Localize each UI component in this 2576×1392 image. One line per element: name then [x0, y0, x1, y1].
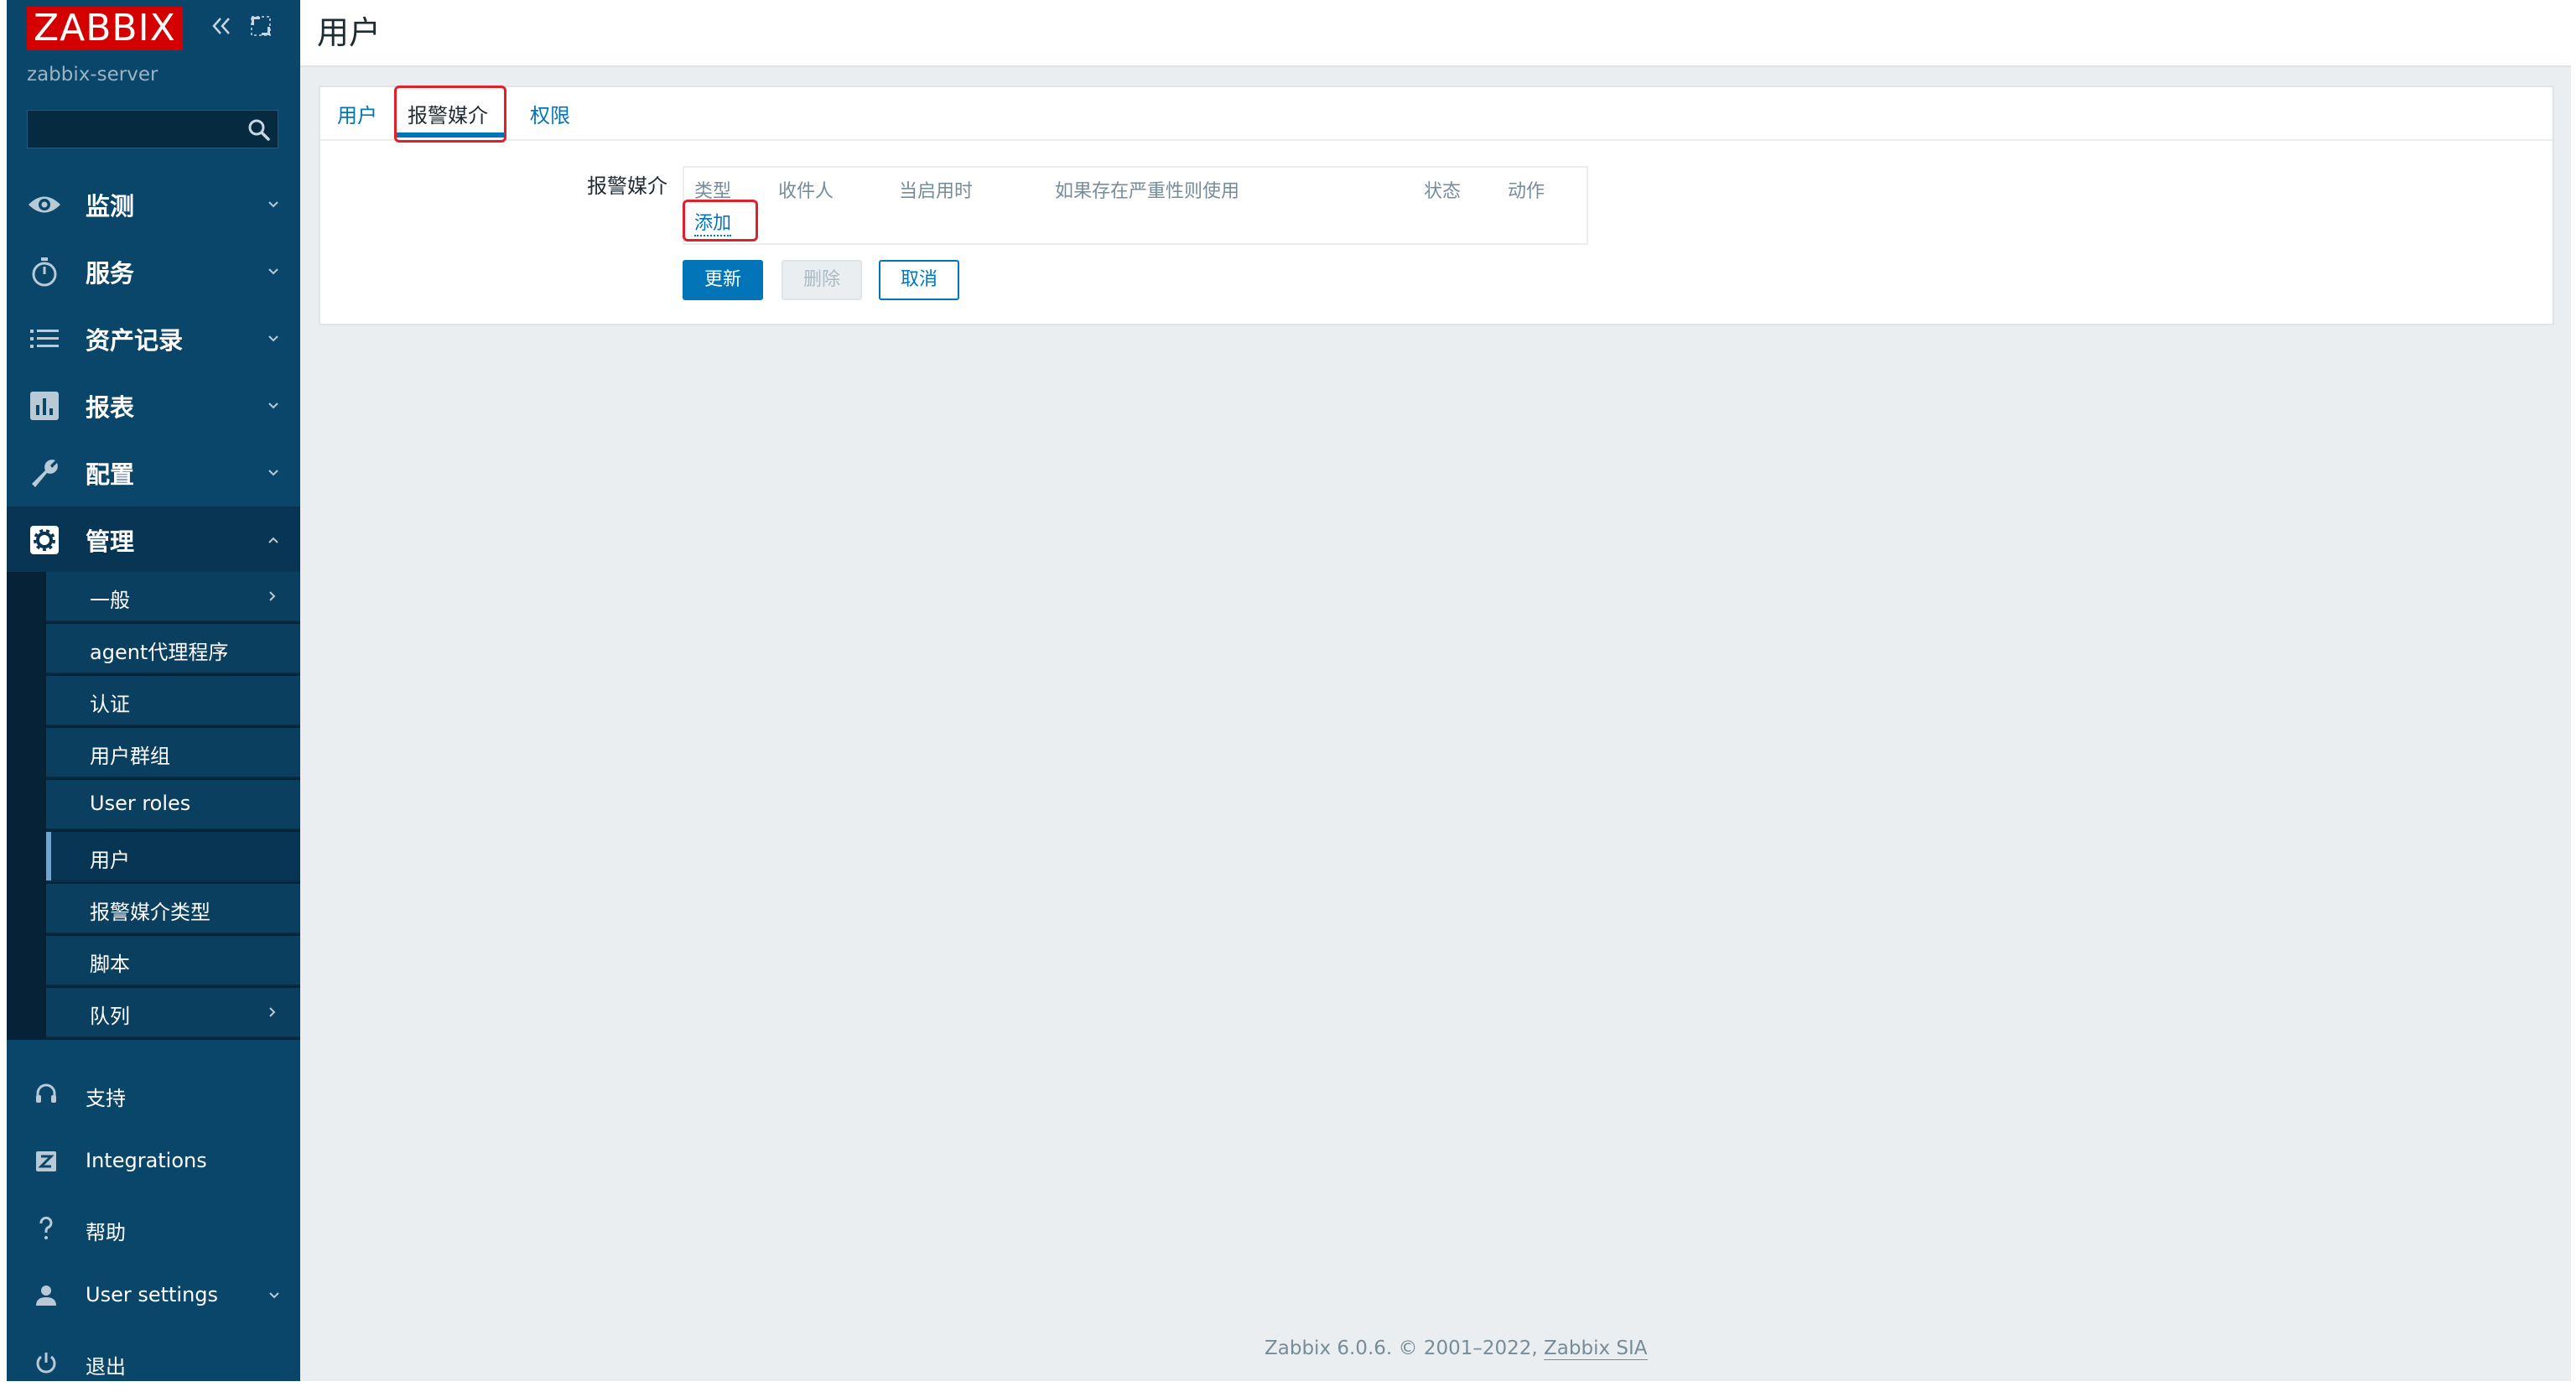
submenu-label: 脚本: [90, 953, 130, 976]
submenu-label: 报警媒介类型: [90, 901, 210, 924]
menu-label: 服务: [86, 259, 135, 288]
menu-reports[interactable]: 报表: [7, 372, 300, 439]
app-window: ZABBIX zabbix-server 监测 服务 资产记录 报表 配置 管理…: [7, 0, 2571, 1381]
submenu-user-roles[interactable]: User roles: [46, 780, 300, 830]
footer-text: Zabbix 6.0.6. © 2001–2022,: [1265, 1337, 1545, 1359]
table-header: 当启用时: [899, 181, 974, 202]
menu-label: 资产记录: [86, 326, 184, 355]
menu-label: 帮助: [86, 1221, 126, 1244]
table-header: 动作: [1508, 181, 1545, 202]
highlight-box: [394, 86, 506, 143]
menu-label: 配置: [86, 460, 135, 489]
submenu-label: agent代理程序: [90, 641, 229, 664]
submenu-label: 队列: [90, 1005, 130, 1028]
eye-icon: [27, 187, 62, 222]
submenu-label: 用户群组: [90, 745, 170, 768]
search-input[interactable]: [27, 110, 278, 148]
chevron-up-icon: [265, 532, 282, 548]
menu-sign-out[interactable]: 退出: [7, 1333, 300, 1392]
chevron-right-icon: [265, 589, 280, 604]
collapse-sidebar-icon[interactable]: [206, 12, 235, 40]
gear-icon: [27, 522, 62, 558]
media-table: 类型 收件人 当启用时 如果存在严重性则使用 状态 动作 添加: [683, 166, 1588, 245]
menu-label: User settings: [86, 1283, 219, 1306]
admin-submenu: 一般 agent代理程序 认证 用户群组 User roles 用户 报警媒介类…: [7, 572, 300, 1040]
chevron-down-icon: [267, 1288, 282, 1303]
tab-permissions[interactable]: 权限: [530, 99, 570, 128]
update-button[interactable]: 更新: [683, 260, 763, 300]
submenu-authentication[interactable]: 认证: [46, 676, 300, 726]
list-icon: [27, 321, 62, 356]
submenu-general[interactable]: 一般: [46, 572, 300, 622]
power-icon: [32, 1348, 60, 1377]
submenu-label: User roles: [90, 792, 191, 815]
menu-administration[interactable]: 管理: [7, 506, 300, 574]
user-form-panel: 用户 报警媒介 权限 报警媒介 类型 收件人 当启用时 如果存在严重性则使用 状…: [319, 86, 2554, 325]
chevron-right-icon: [265, 1005, 280, 1020]
stopwatch-icon: [27, 254, 62, 289]
footer: Zabbix 6.0.6. © 2001–2022, Zabbix SIA: [1265, 1337, 1648, 1360]
zabbix-logo[interactable]: ZABBIX: [27, 7, 183, 50]
menu-monitoring[interactable]: 监测: [7, 171, 300, 238]
menu-label: 管理: [86, 527, 135, 556]
menu-inventory[interactable]: 资产记录: [7, 305, 300, 372]
menu-services[interactable]: 服务: [7, 238, 300, 305]
page-title: 用户: [317, 14, 382, 51]
headset-icon: [32, 1080, 60, 1109]
chevron-down-icon: [265, 263, 282, 280]
tab-bar: 用户 报警媒介 权限: [320, 86, 2553, 143]
submenu-label: 认证: [90, 693, 130, 716]
user-icon: [32, 1281, 60, 1310]
delete-button: 删除: [782, 260, 862, 300]
chevron-down-icon: [265, 465, 282, 481]
footer-link[interactable]: Zabbix SIA: [1544, 1337, 1648, 1360]
menu-label: 退出: [86, 1355, 126, 1379]
submenu-proxies[interactable]: agent代理程序: [46, 624, 300, 674]
chevron-down-icon: [265, 330, 282, 347]
chevron-down-icon: [265, 397, 282, 414]
submenu-queue[interactable]: 队列: [46, 988, 300, 1038]
highlight-box: [683, 200, 758, 242]
menu-help[interactable]: 帮助: [7, 1199, 300, 1258]
kiosk-mode-icon[interactable]: [247, 12, 275, 40]
submenu-scripts[interactable]: 脚本: [46, 936, 300, 986]
menu-label: Integrations: [86, 1149, 207, 1172]
menu-label: 支持: [86, 1087, 126, 1110]
page-header: 用户: [300, 0, 2571, 67]
sidebar: ZABBIX zabbix-server 监测 服务 资产记录 报表 配置 管理…: [7, 0, 300, 1381]
cancel-button[interactable]: 取消: [879, 260, 959, 300]
table-header: 如果存在严重性则使用: [1055, 181, 1240, 202]
table-header: 收件人: [778, 181, 834, 202]
submenu-label: 用户: [90, 849, 130, 872]
menu-label: 报表: [86, 393, 135, 422]
submenu-media-types[interactable]: 报警媒介类型: [46, 884, 300, 934]
submenu-users[interactable]: 用户: [46, 832, 300, 882]
menu-label: 监测: [86, 192, 135, 221]
menu-support[interactable]: 支持: [7, 1065, 300, 1124]
tab-user[interactable]: 用户: [337, 99, 377, 128]
menu-configuration[interactable]: 配置: [7, 439, 300, 506]
submenu-user-groups[interactable]: 用户群组: [46, 728, 300, 778]
bar-chart-icon: [27, 388, 62, 423]
search-icon[interactable]: [246, 117, 273, 143]
media-field-label: 报警媒介: [587, 174, 667, 198]
help-icon: [32, 1214, 60, 1243]
integrations-icon: [32, 1147, 60, 1176]
menu-user-settings[interactable]: User settings: [7, 1266, 300, 1325]
menu-integrations[interactable]: Integrations: [7, 1132, 300, 1191]
chevron-down-icon: [265, 196, 282, 213]
submenu-label: 一般: [90, 589, 130, 612]
table-header: 状态: [1424, 181, 1462, 202]
wrench-icon: [27, 455, 62, 491]
server-name: zabbix-server: [27, 64, 158, 86]
